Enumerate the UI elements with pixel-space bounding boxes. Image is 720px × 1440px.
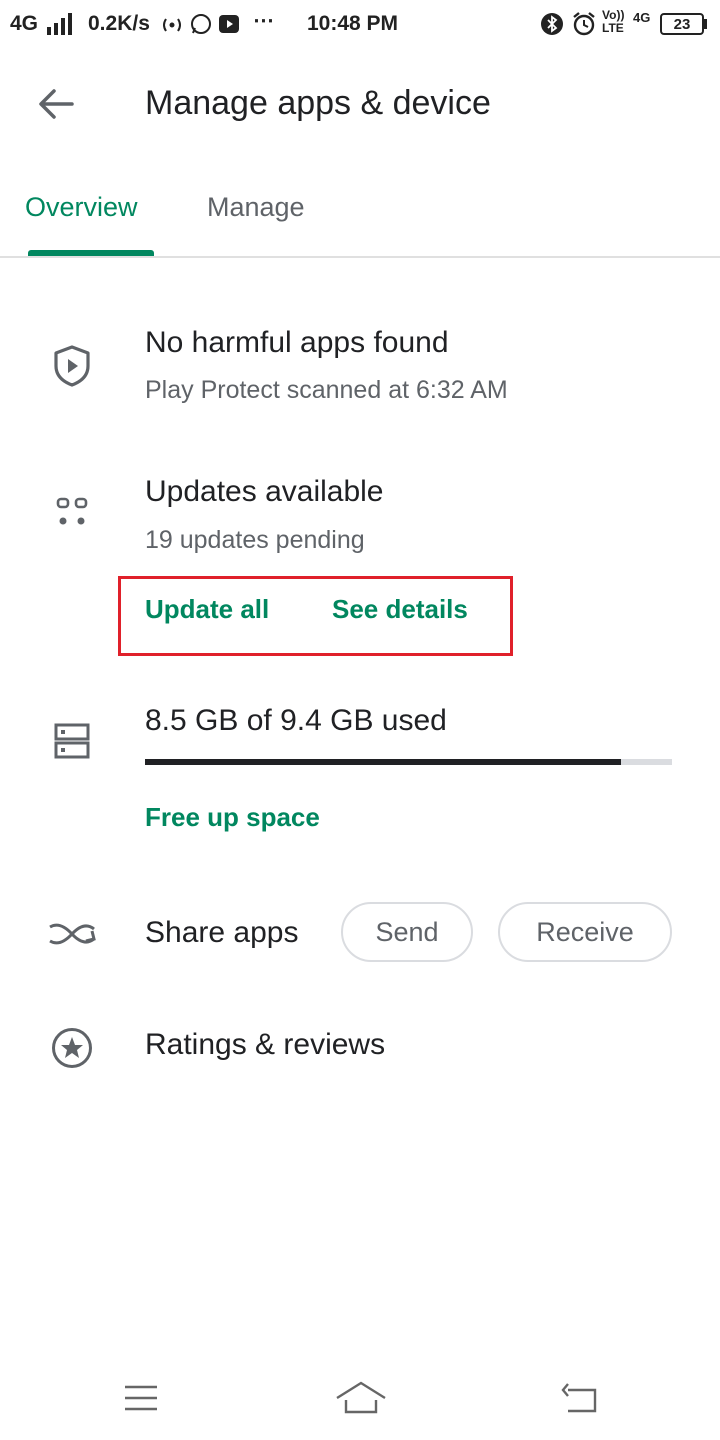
hotspot-icon (163, 18, 181, 32)
clock: 10:48 PM (307, 12, 399, 35)
share-apps-title: Share apps (145, 916, 299, 949)
receive-button[interactable]: Receive (498, 902, 672, 962)
net-type-label: 4G (633, 10, 651, 25)
free-up-space-button[interactable]: Free up space (145, 802, 320, 833)
alarm-icon (573, 12, 595, 36)
highlight-box (118, 576, 513, 656)
tab-overview[interactable]: Overview (25, 192, 138, 223)
tab-manage[interactable]: Manage (207, 192, 305, 223)
star-circle-icon (48, 1024, 96, 1072)
tab-divider (0, 256, 720, 258)
status-bar: 4G 0.2K/s ⋯ 10:48 PM Vo)) LTE 4G 23 (0, 0, 720, 50)
volte-label: Vo)) LTE (602, 9, 624, 35)
receive-label: Receive (536, 916, 634, 947)
bluetooth-icon (541, 13, 563, 35)
youtube-icon (219, 15, 239, 33)
volte-bottom-label: LTE (602, 21, 624, 35)
ratings-row[interactable]: Ratings & reviews (0, 1010, 720, 1090)
storage-progress-fill (145, 759, 622, 765)
share-apps-icon (48, 910, 96, 958)
back-nav-icon[interactable] (560, 1378, 600, 1418)
shield-play-icon (48, 342, 96, 390)
network-label: 4G (10, 12, 39, 35)
ratings-title: Ratings & reviews (145, 1028, 386, 1061)
updates-title: Updates available (145, 475, 384, 508)
volte-top-label: Vo)) (602, 8, 625, 22)
storage-title: 8.5 GB of 9.4 GB used (145, 704, 447, 737)
menu-icon[interactable] (122, 1378, 160, 1418)
battery-icon: 23 (660, 13, 704, 35)
updates-subtitle: 19 updates pending (145, 526, 365, 554)
send-button[interactable]: Send (341, 902, 473, 962)
home-icon[interactable] (334, 1378, 388, 1418)
more-notifications-icon: ⋯ (253, 9, 274, 32)
battery-level: 23 (673, 15, 691, 33)
signal-icon (47, 13, 72, 35)
storage-icon (48, 717, 96, 765)
battery-tip (704, 19, 707, 29)
whatsapp-icon (191, 14, 211, 34)
storage-progress-bar (145, 759, 672, 765)
play-protect-row[interactable]: No harmful apps found Play Protect scann… (0, 310, 720, 420)
send-label: Send (375, 916, 439, 947)
speed-label: 0.2K/s (88, 12, 150, 35)
apps-dots-icon (48, 488, 96, 536)
back-button[interactable] (30, 78, 82, 130)
protect-title: No harmful apps found (145, 326, 449, 359)
protect-subtitle: Play Protect scanned at 6:32 AM (145, 376, 508, 404)
page-title: Manage apps & device (145, 84, 491, 122)
arrow-back-icon (39, 89, 74, 119)
